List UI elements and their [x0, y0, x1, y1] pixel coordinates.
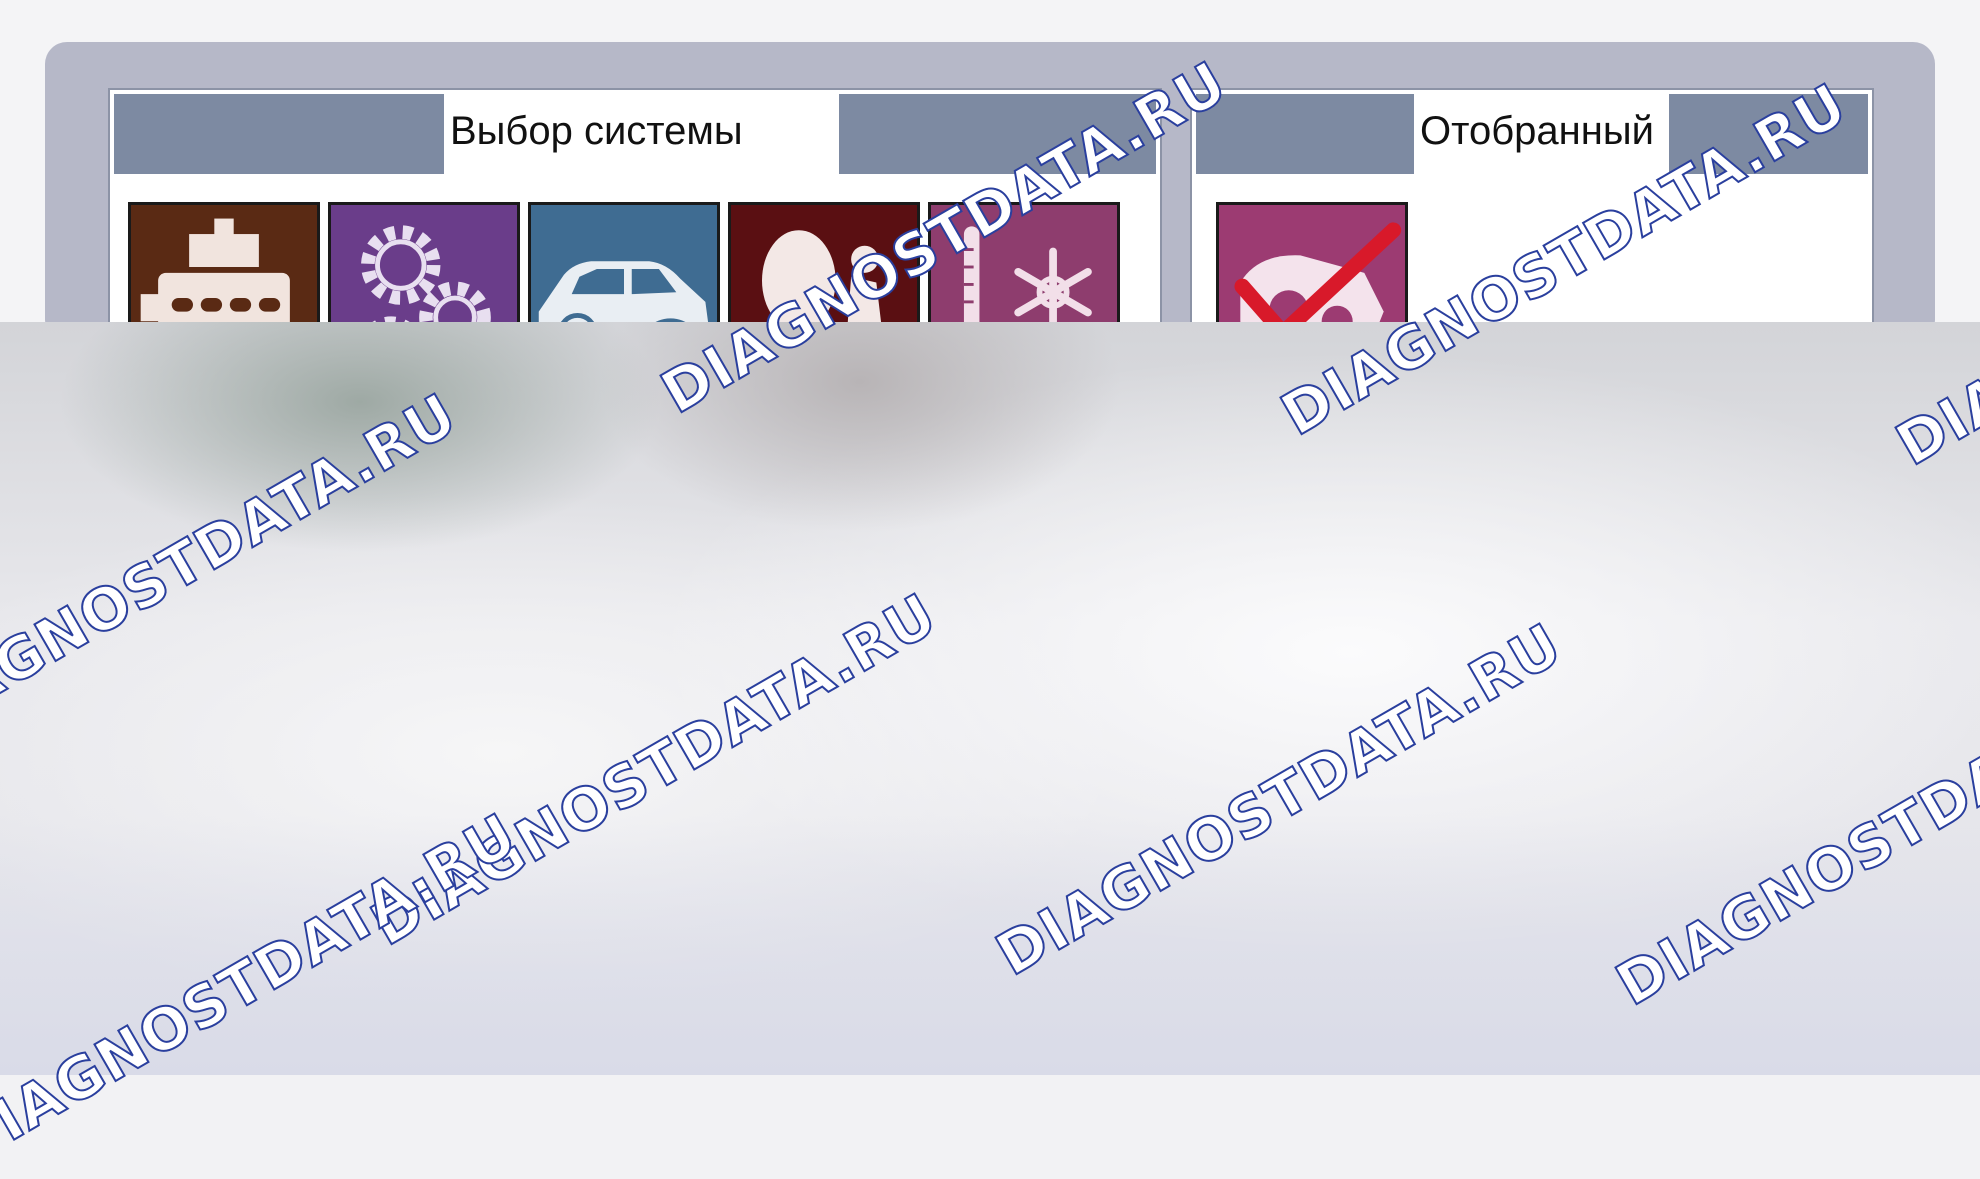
panel-header: Выбор системы	[114, 94, 1156, 176]
application-window: Выбор системы Отобранный	[0, 0, 1980, 394]
selected-panel: Отобранный	[1190, 88, 1874, 394]
system-select-title: Выбор системы	[444, 94, 839, 176]
selected-title: Отобранный	[1414, 94, 1669, 176]
system-select-panel: Выбор системы	[108, 88, 1162, 394]
panel-header: Отобранный	[1196, 94, 1868, 176]
blurred-background	[0, 322, 1980, 1075]
